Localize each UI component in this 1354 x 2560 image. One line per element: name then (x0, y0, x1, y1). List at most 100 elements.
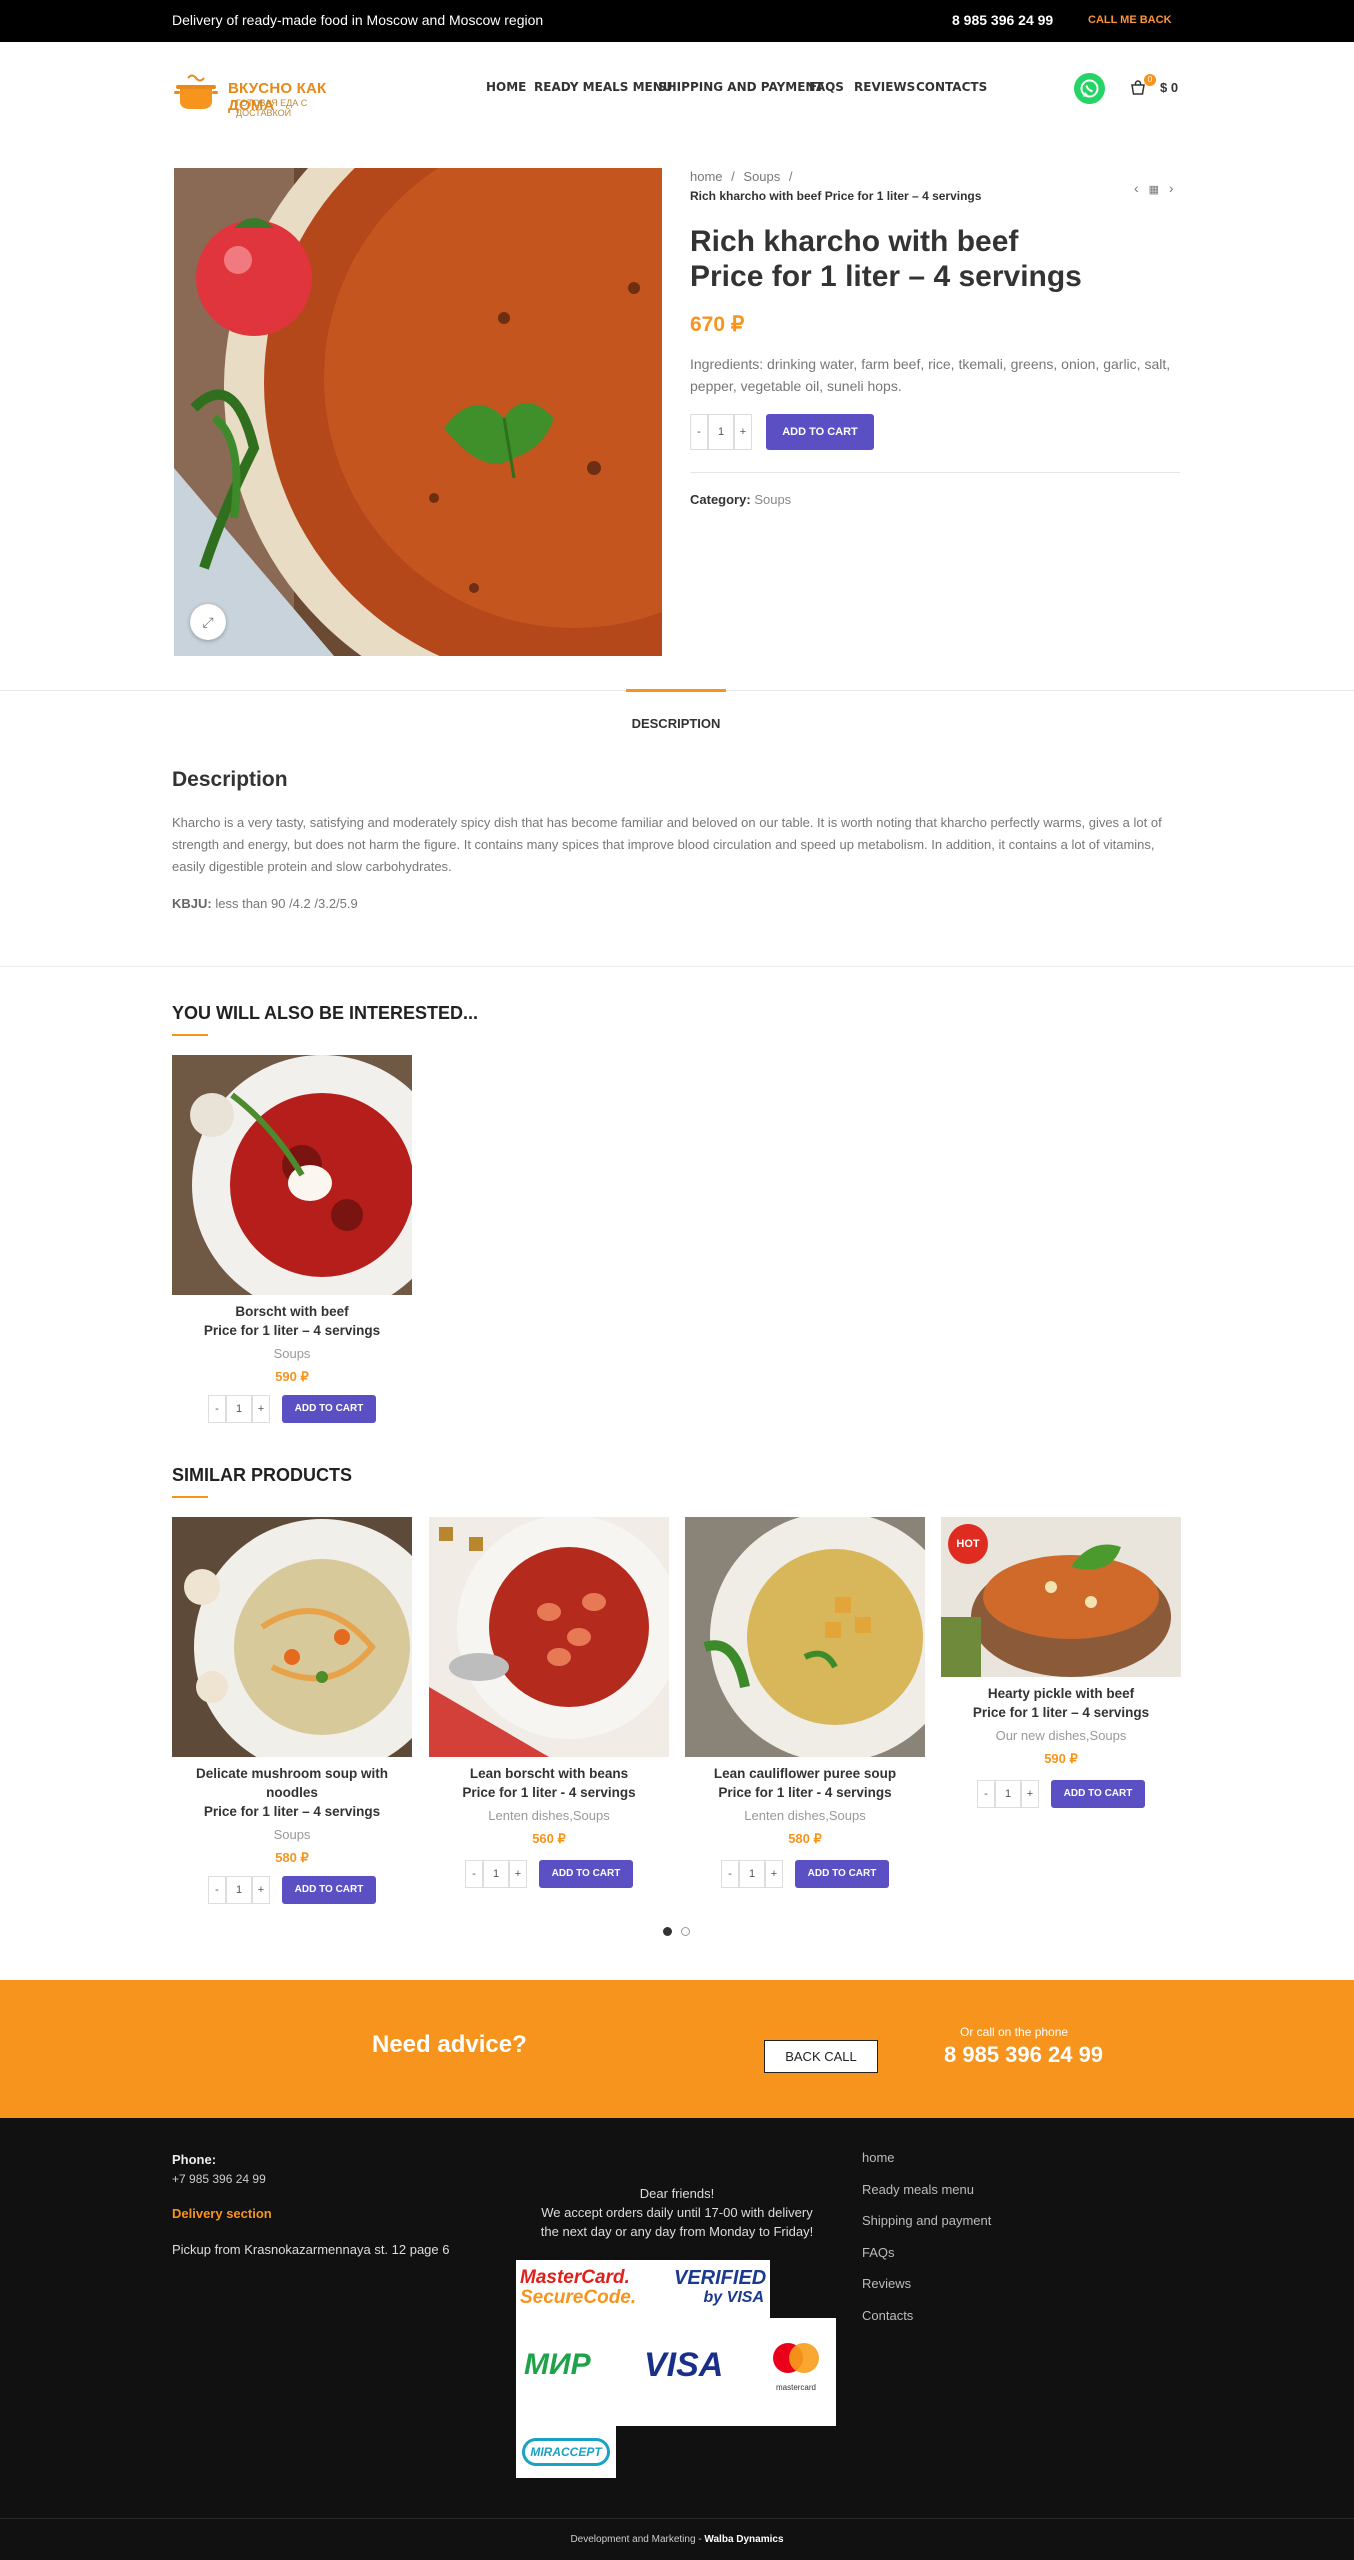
card-title-line: Delicate mushroom soup with (195, 1766, 389, 1781)
product-card-title[interactable]: Lean cauliflower puree soup Price for 1 … (685, 1764, 925, 1802)
kbju-info: KBJU: less than 90 /4.2 /3.2/5.9 (172, 896, 358, 911)
card-title-line: Price for 1 liter - 4 servings (462, 1785, 636, 1800)
qty-plus-button[interactable]: + (252, 1876, 270, 1904)
product-card-category[interactable]: Lenten dishes,Soups (685, 1808, 925, 1823)
product-card-category[interactable]: Soups (172, 1827, 412, 1842)
product-card-image[interactable] (172, 1517, 412, 1757)
qty-input[interactable]: 1 (483, 1860, 509, 1888)
footer-link-contacts[interactable]: Contacts (862, 2308, 913, 2323)
product-card-image[interactable] (685, 1517, 925, 1757)
footer-notice: Dear friends! We accept orders daily unt… (516, 2184, 838, 2241)
call-me-back-link[interactable]: CALL ME BACK (1088, 14, 1172, 26)
product-image[interactable] (174, 168, 662, 656)
product-card-category[interactable]: Soups (172, 1346, 412, 1361)
cart-total[interactable]: $ 0 (1160, 80, 1178, 95)
tab-description[interactable]: DESCRIPTION (626, 716, 726, 731)
qty-input[interactable]: 1 (995, 1780, 1021, 1808)
similar-heading: SIMILAR PRODUCTS (172, 1465, 352, 1485)
next-product-icon[interactable]: › (1169, 180, 1174, 196)
add-to-cart-button[interactable]: ADD TO CART (766, 414, 874, 450)
product-card-category[interactable]: Our new dishes,Soups (941, 1728, 1181, 1743)
zoom-icon[interactable]: ⤢ (190, 604, 226, 640)
site-logo[interactable]: ВКУСНО КАК ДОМА ГОТОВАЯ ЕДА С ДОСТАВКОЙ (174, 66, 364, 118)
product-card-title[interactable]: Hearty pickle with beef Price for 1 lite… (941, 1684, 1181, 1722)
qty-plus-button[interactable]: + (252, 1395, 270, 1423)
grid-icon[interactable]: ▦ (1149, 184, 1159, 196)
mir-accept-logo: MIRACCEPT (522, 2438, 610, 2466)
product-card-image[interactable] (429, 1517, 669, 1757)
advice-phone[interactable]: 8 985 396 24 99 (944, 2042, 1103, 2068)
nav-home[interactable]: HOME (486, 80, 526, 94)
payment-logos-row2: МИР VISA mastercard (516, 2318, 836, 2426)
carousel-dot-active[interactable] (663, 1927, 672, 1936)
quantity-stepper: - 1 + (977, 1780, 1039, 1808)
product-card-image[interactable] (172, 1055, 412, 1295)
breadcrumb: home / Soups / Rich kharcho with beef Pr… (690, 169, 981, 203)
qty-input[interactable]: 1 (739, 1860, 765, 1888)
qty-input[interactable]: 1 (226, 1876, 252, 1904)
qty-input[interactable]: 1 (708, 414, 734, 450)
verified-by-visa-line: VERIFIED (674, 2267, 767, 2289)
footer-link-shipping[interactable]: Shipping and payment (862, 2213, 991, 2228)
product-card-price: 580 ₽ (788, 1831, 822, 1846)
qty-minus-button[interactable]: - (690, 414, 708, 450)
tab-active-indicator (626, 689, 726, 692)
credit-link[interactable]: Walba Dynamics (704, 2534, 783, 2545)
footer-link-menu[interactable]: Ready meals menu (862, 2182, 974, 2197)
footer-notice-greeting: Dear friends! (639, 2186, 715, 2201)
whatsapp-icon[interactable] (1074, 73, 1105, 104)
product-navigation: ‹ ▦ › (1134, 180, 1174, 196)
nav-shipping-and-payment[interactable]: SHIPPING AND PAYMENT (658, 80, 824, 94)
card-title-line: Price for 1 liter - 4 servings (718, 1785, 892, 1800)
product-title: Rich kharcho with beef Price for 1 liter… (690, 224, 1150, 294)
breadcrumb-category[interactable]: Soups (743, 169, 780, 184)
add-to-cart-button[interactable]: ADD TO CART (795, 1860, 889, 1888)
qty-minus-button[interactable]: - (208, 1876, 226, 1904)
footer-link-reviews[interactable]: Reviews (862, 2276, 911, 2291)
mastercard-circles-icon (773, 2343, 819, 2373)
mastercard-logo: mastercard (766, 2338, 826, 2398)
nav-reviews[interactable]: REVIEWS (854, 80, 915, 94)
carousel-dot[interactable] (681, 1927, 690, 1936)
add-to-cart-button[interactable]: ADD TO CART (282, 1876, 376, 1904)
footer-delivery-link[interactable]: Delivery section (172, 2206, 272, 2221)
qty-plus-button[interactable]: + (734, 414, 752, 450)
breadcrumb-home[interactable]: home (690, 169, 723, 184)
card-title-line: Lean cauliflower puree soup (713, 1766, 897, 1781)
card-title-line: Hearty pickle with beef (987, 1686, 1135, 1701)
product-card-title[interactable]: Delicate mushroom soup with noodles Pric… (172, 1764, 412, 1821)
product-card-title[interactable]: Lean borscht with beans Price for 1 lite… (429, 1764, 669, 1802)
hot-badge: HOT (948, 1524, 988, 1564)
qty-minus-button[interactable]: - (208, 1395, 226, 1423)
qty-minus-button[interactable]: - (977, 1780, 995, 1808)
qty-minus-button[interactable]: - (721, 1860, 739, 1888)
description-text: Kharcho is a very tasty, satisfying and … (172, 815, 1162, 874)
add-to-cart-button[interactable]: ADD TO CART (539, 1860, 633, 1888)
prev-product-icon[interactable]: ‹ (1134, 180, 1139, 196)
kbju-value: less than 90 /4.2 /3.2/5.9 (215, 896, 358, 911)
payment-logos-row1: MasterCard. SecureCode. VERIFIED by VISA (516, 2260, 770, 2318)
footer-notice-line: the next day or any day from Monday to F… (540, 2224, 814, 2239)
back-call-button[interactable]: BACK CALL (764, 2040, 878, 2073)
add-to-cart-button[interactable]: ADD TO CART (1051, 1780, 1145, 1808)
product-card-title[interactable]: Borscht with beef Price for 1 liter – 4 … (172, 1302, 412, 1340)
nav-ready-meals-menu[interactable]: READY MEALS MENU (534, 80, 673, 94)
card-title-line: Borscht with beef (235, 1304, 349, 1319)
category-link[interactable]: Soups (754, 492, 791, 507)
qty-plus-button[interactable]: + (509, 1860, 527, 1888)
nav-faqs[interactable]: FAQS (809, 80, 844, 94)
footer-link-faqs[interactable]: FAQs (862, 2245, 895, 2260)
add-to-cart-button[interactable]: ADD TO CART (282, 1395, 376, 1423)
qty-input[interactable]: 1 (226, 1395, 252, 1423)
footer-link-home[interactable]: home (862, 2150, 895, 2165)
qty-plus-button[interactable]: + (765, 1860, 783, 1888)
qty-plus-button[interactable]: + (1021, 1780, 1039, 1808)
qty-minus-button[interactable]: - (465, 1860, 483, 1888)
credit-prefix: Development and Marketing - (570, 2534, 705, 2545)
product-card-category[interactable]: Lenten dishes,Soups (429, 1808, 669, 1823)
mastercard-securecode-line: SecureCode. (520, 2287, 637, 2308)
product-card-price: 580 ₽ (275, 1850, 309, 1865)
top-phone[interactable]: 8 985 396 24 99 (952, 12, 1053, 28)
footer-phone[interactable]: +7 985 396 24 99 (172, 2172, 266, 2186)
nav-contacts[interactable]: CONTACTS (916, 80, 987, 94)
